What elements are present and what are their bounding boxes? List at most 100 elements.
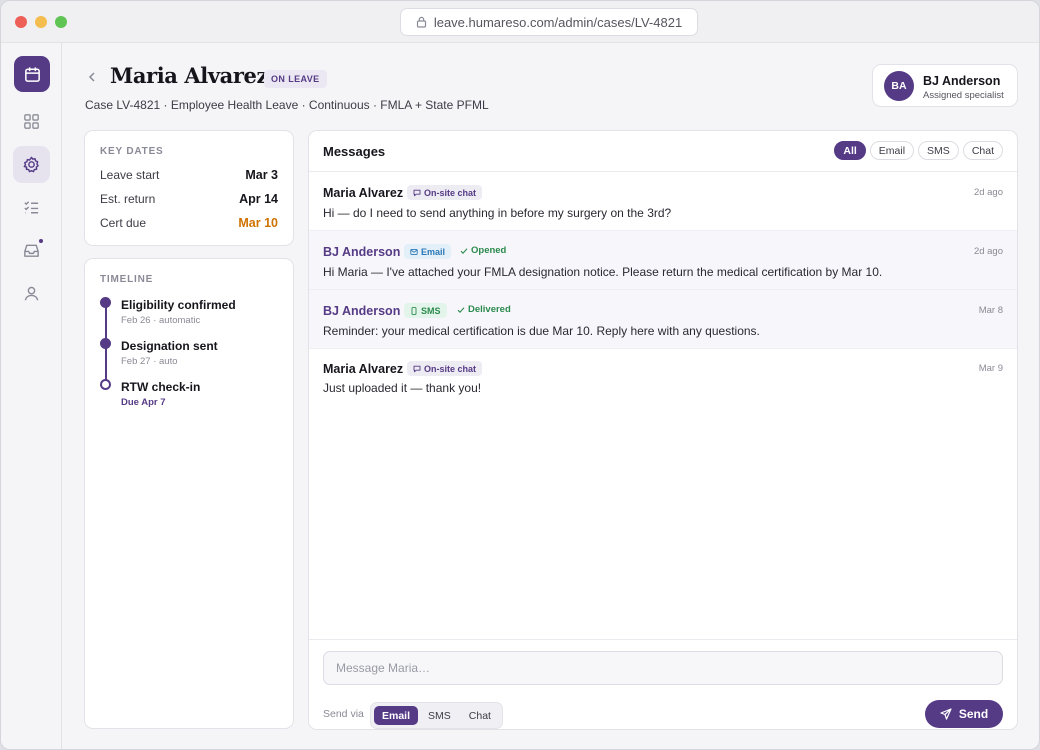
channel-label: On-site chat: [424, 363, 477, 374]
message-composer: Send via Email SMS Chat Send: [309, 639, 1017, 729]
channel-label: Email: [421, 246, 446, 257]
assignee-card[interactable]: BA BJ Anderson Assigned specialist: [872, 64, 1018, 107]
assignee-role: Assigned specialist: [923, 90, 1004, 101]
message-row[interactable]: Maria Alvarez On-site chat Mar 9 Just up…: [309, 349, 1017, 408]
timeline-item-title: RTW check-in: [121, 380, 201, 394]
channel-badge-chat: On-site chat: [407, 185, 483, 200]
filter-all[interactable]: All: [834, 141, 866, 160]
filter-email[interactable]: Email: [869, 141, 915, 160]
message-sender: Maria Alvarez: [323, 186, 404, 200]
check-icon: [457, 306, 465, 313]
app-window: leave.humareso.com/admin/cases/LV-4821 M…: [0, 0, 1040, 750]
date-label: Cert due: [100, 216, 147, 230]
message-row[interactable]: Maria Alvarez On-site chat 2d ago Hi — d…: [309, 172, 1017, 231]
inbox-icon: [24, 244, 39, 257]
timeline-heading: TIMELINE: [100, 274, 154, 285]
checklist-icon: [24, 201, 39, 214]
status-badge: ON LEAVE: [264, 70, 327, 88]
minimize-window-button[interactable]: [35, 16, 47, 28]
messages-header: Messages All Email SMS Chat: [309, 131, 1017, 172]
sidebar-item-settings[interactable]: [13, 146, 50, 183]
date-value-warning: Mar 10: [238, 216, 278, 230]
timeline-node-done: [100, 338, 111, 349]
message-time: 2d ago: [973, 187, 1003, 198]
message-row[interactable]: BJ Anderson SMS Delivered Mar 8 Reminder…: [309, 290, 1017, 349]
message-row[interactable]: BJ Anderson Email Opened 2d ago Hi Maria…: [309, 231, 1017, 290]
message-sender: Maria Alvarez: [323, 362, 404, 376]
message-filters: All Email SMS Chat: [834, 141, 1003, 160]
check-icon: [460, 247, 468, 254]
page-title: Maria Alvarez: [110, 63, 269, 88]
sidebar-item-profile[interactable]: [13, 275, 50, 312]
chat-bubble-icon: [413, 189, 421, 196]
sidebar-item-calendar[interactable]: [14, 56, 50, 92]
message-body: Just uploaded it — thank you!: [323, 381, 482, 395]
date-row-leave-start: Leave start Mar 3: [100, 166, 278, 184]
send-via-label: Send via: [323, 708, 364, 720]
channel-label: On-site chat: [424, 187, 477, 198]
date-label: Leave start: [100, 168, 160, 182]
date-row-est-return: Est. return Apr 14: [100, 190, 278, 208]
message-input[interactable]: [323, 651, 1003, 685]
sidebar: [1, 43, 62, 749]
date-row-cert-due: Cert due Mar 10: [100, 214, 278, 232]
close-window-button[interactable]: [15, 16, 27, 28]
unread-indicator: [39, 239, 43, 243]
sidebar-item-tasks[interactable]: [13, 189, 50, 226]
grid-icon: [24, 114, 39, 129]
channel-option-chat[interactable]: Chat: [461, 706, 499, 725]
chevron-left-icon: [88, 72, 95, 82]
delivery-status-label: Opened: [471, 245, 507, 256]
sidebar-item-inbox[interactable]: [13, 232, 50, 269]
channel-badge-email: Email: [404, 244, 452, 259]
calendar-icon: [24, 66, 40, 82]
url-text: leave.humareso.com/admin/cases/LV-4821: [433, 14, 683, 30]
send-icon: [940, 708, 952, 720]
channel-selector: Email SMS Chat: [370, 702, 503, 729]
message-body: Hi — do I need to send anything in befor…: [323, 206, 672, 220]
filter-chat[interactable]: Chat: [962, 141, 1003, 160]
message-time: Mar 8: [978, 305, 1003, 316]
date-label: Est. return: [100, 192, 156, 206]
timeline-item-meta: Feb 27 · auto: [121, 356, 178, 367]
message-body: Reminder: your medical certification is …: [323, 324, 760, 338]
timeline-node-pending: [100, 379, 111, 390]
message-time: Mar 9: [978, 363, 1003, 374]
timeline-node-done: [100, 297, 111, 308]
back-button[interactable]: [85, 69, 99, 85]
chat-bubble-icon: [413, 365, 421, 372]
phone-icon: [411, 306, 417, 315]
key-dates-heading: KEY DATES: [100, 146, 164, 157]
filter-sms[interactable]: SMS: [918, 141, 959, 160]
delivery-status-label: Delivered: [468, 304, 511, 315]
avatar: BA: [884, 71, 914, 101]
lock-icon: [416, 16, 426, 28]
timeline-card: TIMELINE Eligibility confirmed Feb 26 · …: [84, 258, 294, 729]
channel-badge-sms: SMS: [404, 303, 447, 318]
message-sender: BJ Anderson: [323, 245, 401, 259]
timeline-item-meta: Feb 26 · automatic: [121, 315, 201, 326]
user-icon: [24, 286, 39, 301]
sidebar-item-dashboard[interactable]: [13, 103, 50, 140]
message-time: 2d ago: [973, 246, 1003, 257]
message-body: Hi Maria — I've attached your FMLA desig…: [323, 265, 883, 279]
maximize-window-button[interactable]: [55, 16, 67, 28]
date-value: Apr 14: [239, 192, 278, 206]
channel-option-email[interactable]: Email: [374, 706, 419, 725]
case-subtitle: Case LV-4821 · Employee Health Leave · C…: [85, 98, 489, 112]
send-button-label: Send: [958, 707, 989, 721]
key-dates-card: KEY DATES Leave start Mar 3 Est. return …: [84, 130, 294, 246]
message-sender: BJ Anderson: [323, 304, 401, 318]
messages-title: Messages: [323, 144, 386, 159]
browser-titlebar: leave.humareso.com/admin/cases/LV-4821: [1, 1, 1039, 43]
send-button[interactable]: Send: [925, 700, 1003, 728]
channel-badge-chat: On-site chat: [407, 361, 483, 376]
channel-option-sms[interactable]: SMS: [420, 706, 459, 725]
address-bar[interactable]: leave.humareso.com/admin/cases/LV-4821: [400, 8, 698, 36]
delivery-status: Opened: [460, 245, 506, 256]
channel-label: SMS: [421, 305, 441, 316]
gear-icon: [23, 156, 39, 173]
timeline-item-title: Eligibility confirmed: [121, 298, 236, 312]
timeline-item-due: Due Apr 7: [121, 397, 166, 408]
assignee-name: BJ Anderson: [923, 74, 1001, 88]
